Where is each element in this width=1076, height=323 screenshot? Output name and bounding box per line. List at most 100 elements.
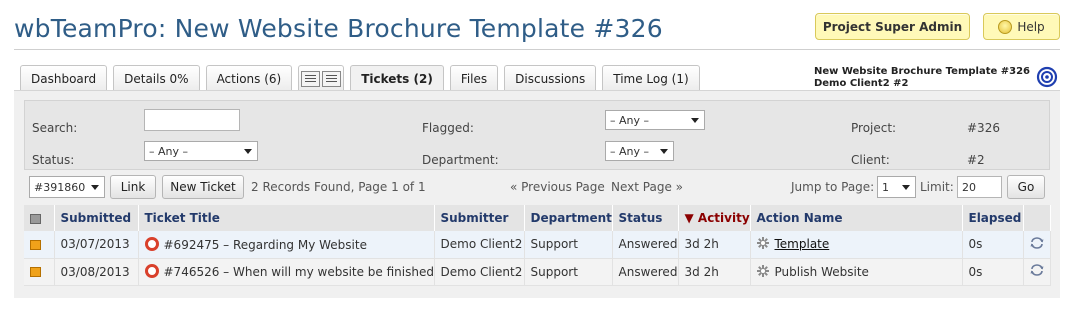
project-logo-icon bbox=[1036, 66, 1058, 88]
tickets-table: Submitted Ticket Title Submitter Departm… bbox=[24, 205, 1051, 286]
tab-time-log[interactable]: Time Log (1) bbox=[602, 65, 700, 91]
flagged-label: Flagged: bbox=[422, 121, 474, 135]
ticket-title-link[interactable]: #746526 – When will my website be finish… bbox=[164, 265, 434, 279]
project-value: #326 bbox=[967, 121, 1000, 135]
search-label: Search: bbox=[32, 121, 78, 135]
submitted-header[interactable]: Submitted bbox=[54, 205, 139, 231]
view-toggle bbox=[298, 65, 345, 91]
status-cell: Answered bbox=[612, 231, 679, 259]
sync-icon[interactable] bbox=[1030, 237, 1044, 249]
status-select-value: – Any – bbox=[149, 144, 188, 158]
status-header[interactable]: Status bbox=[612, 205, 679, 231]
records-count: 2 Records Found, Page 1 of 1 bbox=[251, 180, 426, 194]
chevron-down-icon bbox=[902, 185, 910, 190]
activity-cell: 3d 2h bbox=[678, 231, 751, 259]
activity-header[interactable]: ▼ Activity bbox=[678, 205, 751, 231]
action-name-cell: Publish Website bbox=[750, 258, 963, 286]
page-title: wbTeamPro: New Website Brochure Template… bbox=[14, 14, 663, 43]
status-select[interactable]: – Any – bbox=[144, 141, 258, 161]
ticket-title-cell[interactable]: #692475 – Regarding My Website bbox=[138, 231, 435, 259]
sync-cell[interactable] bbox=[1023, 231, 1051, 259]
link-button[interactable]: Link bbox=[110, 175, 156, 199]
ticket-title-link[interactable]: #692475 – Regarding My Website bbox=[164, 238, 367, 252]
table-row[interactable]: 03/07/2013 #692475 – Regarding My Websit… bbox=[24, 231, 1051, 259]
previous-page-link[interactable]: « Previous Page bbox=[510, 180, 605, 194]
chevron-down-icon bbox=[691, 118, 699, 123]
status-cell: Answered bbox=[612, 258, 679, 286]
detail-view-icon[interactable] bbox=[322, 70, 342, 87]
department-label: Department: bbox=[422, 153, 499, 167]
jump-to-page-select[interactable]: 1 bbox=[877, 176, 916, 198]
action-name-header[interactable]: Action Name bbox=[750, 205, 963, 231]
next-page-link[interactable]: Next Page » bbox=[611, 180, 683, 194]
submitted-cell: 03/07/2013 bbox=[54, 231, 139, 259]
elapsed-cell: 0s bbox=[962, 258, 1024, 286]
jump-to-page-value: 1 bbox=[882, 180, 889, 194]
chevron-down-icon bbox=[660, 149, 668, 154]
tab-files[interactable]: Files bbox=[449, 65, 499, 91]
client-label: Client: bbox=[851, 153, 890, 167]
title-divider bbox=[14, 49, 1060, 50]
go-button[interactable]: Go bbox=[1007, 175, 1045, 199]
project-label: Project: bbox=[851, 121, 897, 135]
department-cell: Support bbox=[524, 231, 613, 259]
project-info-name: New Website Brochure Template #326 bbox=[813, 66, 1030, 77]
gear-icon bbox=[756, 264, 769, 277]
row-flag-cell[interactable] bbox=[24, 231, 55, 259]
flag-column-header[interactable] bbox=[24, 205, 55, 231]
tab-actions[interactable]: Actions (6) bbox=[205, 65, 293, 91]
project-super-admin-button[interactable]: Project Super Admin bbox=[815, 13, 970, 40]
sync-cell[interactable] bbox=[1023, 258, 1051, 286]
client-value: #2 bbox=[967, 153, 985, 167]
flag-icon[interactable] bbox=[30, 267, 41, 277]
tab-dashboard[interactable]: Dashboard bbox=[20, 65, 108, 91]
tab-discussions[interactable]: Discussions bbox=[504, 65, 597, 91]
ticket-select-value: #391860 bbox=[34, 180, 86, 194]
submitted-cell: 03/08/2013 bbox=[54, 258, 139, 286]
department-header[interactable]: Department bbox=[524, 205, 613, 231]
table-row[interactable]: 03/08/2013 #746526 – When will my websit… bbox=[24, 258, 1051, 286]
submitter-cell: Demo Client2 bbox=[434, 258, 525, 286]
elapsed-header[interactable]: Elapsed bbox=[962, 205, 1024, 231]
help-button[interactable]: Help bbox=[983, 13, 1060, 40]
sync-icon[interactable] bbox=[1030, 264, 1044, 276]
project-info-client: Demo Client2 #2 bbox=[813, 78, 909, 89]
project-super-admin-label: Project Super Admin bbox=[822, 19, 963, 34]
project-info: New Website Brochure Template #326 Demo … bbox=[814, 66, 1030, 90]
gear-icon bbox=[756, 237, 769, 250]
department-select[interactable]: – Any – bbox=[605, 141, 674, 161]
ticket-select[interactable]: #391860 bbox=[29, 176, 105, 198]
elapsed-cell: 0s bbox=[962, 231, 1024, 259]
department-cell: Support bbox=[524, 258, 613, 286]
action-name-link[interactable]: Template bbox=[775, 237, 830, 251]
ticket-title-header[interactable]: Ticket Title bbox=[138, 205, 435, 231]
sync-column-header bbox=[1023, 205, 1051, 231]
flagged-select-value: – Any – bbox=[610, 113, 649, 127]
ticket-title-cell[interactable]: #746526 – When will my website be finish… bbox=[138, 258, 435, 286]
limit-input[interactable]: 20 bbox=[957, 176, 1002, 198]
bulb-icon bbox=[998, 19, 1013, 34]
search-input[interactable] bbox=[144, 109, 240, 131]
tickets-panel: Search: Status: – Any – Flagged: – Any –… bbox=[14, 90, 1060, 298]
row-flag-cell[interactable] bbox=[24, 258, 55, 286]
lifebuoy-icon bbox=[144, 236, 159, 251]
flagged-select[interactable]: – Any – bbox=[605, 110, 705, 130]
chevron-down-icon bbox=[91, 185, 99, 190]
flag-icon[interactable] bbox=[30, 239, 41, 250]
flag-icon bbox=[30, 213, 41, 224]
tab-tickets[interactable]: Tickets (2) bbox=[350, 65, 444, 91]
submitter-cell: Demo Client2 bbox=[434, 231, 525, 259]
help-label: Help bbox=[1017, 19, 1045, 34]
jump-to-page-label: Jump to Page: bbox=[791, 180, 875, 194]
activity-cell: 3d 2h bbox=[678, 258, 751, 286]
department-select-value: – Any – bbox=[610, 144, 649, 158]
tab-bar: Dashboard Details 0% Actions (6) Tickets… bbox=[20, 65, 706, 91]
new-ticket-button[interactable]: New Ticket bbox=[162, 175, 244, 199]
limit-label: Limit: bbox=[920, 180, 954, 194]
table-header-row: Submitted Ticket Title Submitter Departm… bbox=[24, 205, 1051, 231]
lifebuoy-icon bbox=[144, 264, 159, 278]
tab-details[interactable]: Details 0% bbox=[113, 65, 200, 91]
list-view-icon[interactable] bbox=[301, 70, 321, 87]
submitter-header[interactable]: Submitter bbox=[434, 205, 525, 231]
action-name-text: Publish Website bbox=[774, 264, 869, 279]
